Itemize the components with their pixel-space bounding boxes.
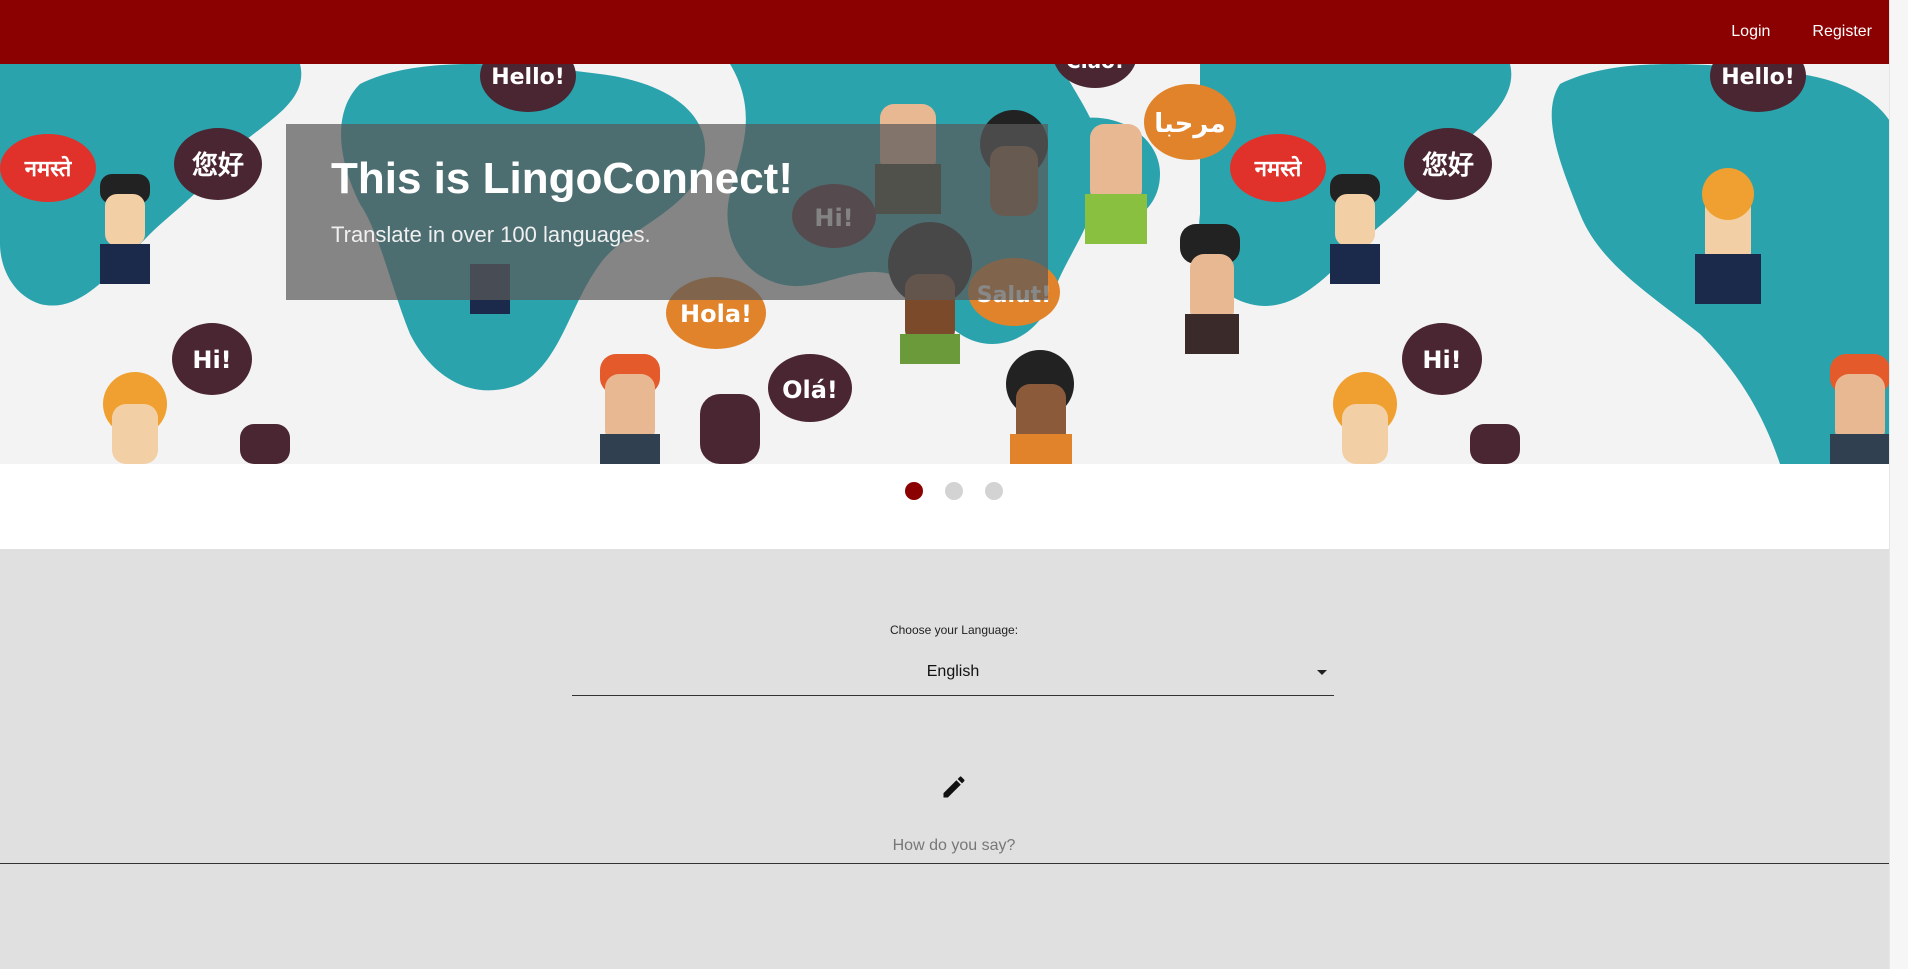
login-link[interactable]: Login [1731, 23, 1770, 41]
svg-text:您好: 您好 [192, 150, 244, 181]
svg-text:Ciao!: Ciao! [1066, 64, 1124, 73]
svg-text:Hola!: Hola! [680, 300, 752, 328]
pencil-icon [943, 776, 965, 798]
top-navbar: Login Register [0, 0, 1908, 64]
carousel-indicator-3[interactable] [985, 482, 1003, 500]
svg-text:नमस्ते: नमस्ते [1254, 155, 1303, 182]
selected-language: English [926, 663, 980, 680]
hero-carousel: Hello! नमस्ते 您好 Hi! Hi! Hola! Olá! Salu… [0, 64, 1908, 464]
hero-subtitle: Translate in over 100 languages. [331, 222, 651, 247]
svg-text:Hello!: Hello! [491, 65, 565, 90]
translate-form: Choose your Language: English [0, 549, 1908, 969]
svg-text:Hi!: Hi! [1422, 346, 1461, 374]
carousel-indicator-1[interactable] [905, 482, 923, 500]
language-select[interactable]: English [572, 649, 1334, 696]
svg-text:您好: 您好 [1422, 150, 1474, 181]
language-label: Choose your Language: [889, 623, 1019, 637]
carousel-indicator-2[interactable] [945, 482, 963, 500]
svg-text:Olá!: Olá! [782, 376, 838, 404]
svg-text:مرحبا: مرحبا [1154, 109, 1225, 139]
hero-caption: This is LingoConnect! Translate in over … [286, 124, 1048, 300]
register-link[interactable]: Register [1812, 23, 1872, 41]
carousel-indicators [0, 482, 1908, 500]
phrase-input[interactable] [0, 829, 1908, 864]
hero-title: This is LingoConnect! [331, 154, 793, 203]
page-scrollbar[interactable] [1889, 0, 1908, 969]
svg-text:Hi!: Hi! [192, 346, 231, 374]
caret-down-icon [1317, 670, 1327, 675]
svg-text:नमस्ते: नमस्ते [24, 155, 73, 182]
svg-text:Hello!: Hello! [1721, 65, 1795, 90]
